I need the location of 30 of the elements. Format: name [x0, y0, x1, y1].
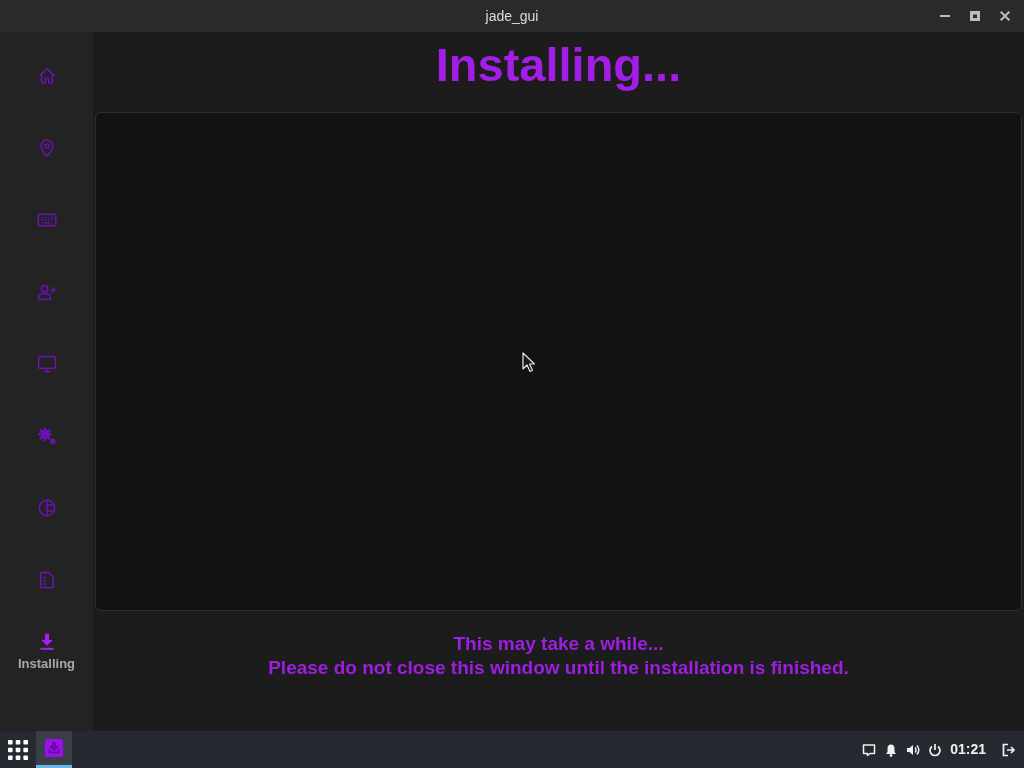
speech-bubble-icon — [862, 742, 877, 757]
power-icon — [928, 742, 943, 757]
page-heading: Installing... — [435, 38, 682, 92]
partition-chart-icon — [36, 498, 57, 518]
monitor-icon — [36, 354, 57, 374]
window-title: jade_gui — [485, 6, 539, 26]
speaker-icon — [906, 742, 921, 757]
volume-button[interactable] — [906, 742, 921, 757]
add-user-icon — [36, 282, 57, 302]
logout-icon — [1002, 742, 1016, 757]
status-message: Please do not close this window until the installation is finished. — [268, 656, 849, 680]
sidebar-nav-item[interactable]: Installing — [0, 616, 93, 688]
gears-icon — [36, 426, 57, 446]
clock[interactable]: 01:21 — [950, 739, 986, 760]
keyboard-icon — [36, 210, 57, 230]
taskbar-app-button[interactable] — [36, 731, 72, 768]
bell-icon — [884, 742, 899, 757]
maximize-icon — [970, 11, 980, 21]
mouse-pointer-icon — [522, 352, 535, 372]
notifications-button[interactable] — [862, 742, 877, 757]
power-button[interactable] — [928, 742, 943, 757]
status-message: This may take a while... — [453, 632, 664, 656]
logout-button[interactable] — [1002, 742, 1016, 757]
minimize-icon — [940, 15, 950, 17]
app-grid-icon — [8, 739, 28, 760]
installer-app-icon — [45, 739, 63, 757]
home-icon — [36, 66, 57, 86]
app-grid-button[interactable] — [8, 739, 28, 760]
close-icon — [1000, 11, 1010, 21]
alerts-button[interactable] — [884, 742, 899, 757]
